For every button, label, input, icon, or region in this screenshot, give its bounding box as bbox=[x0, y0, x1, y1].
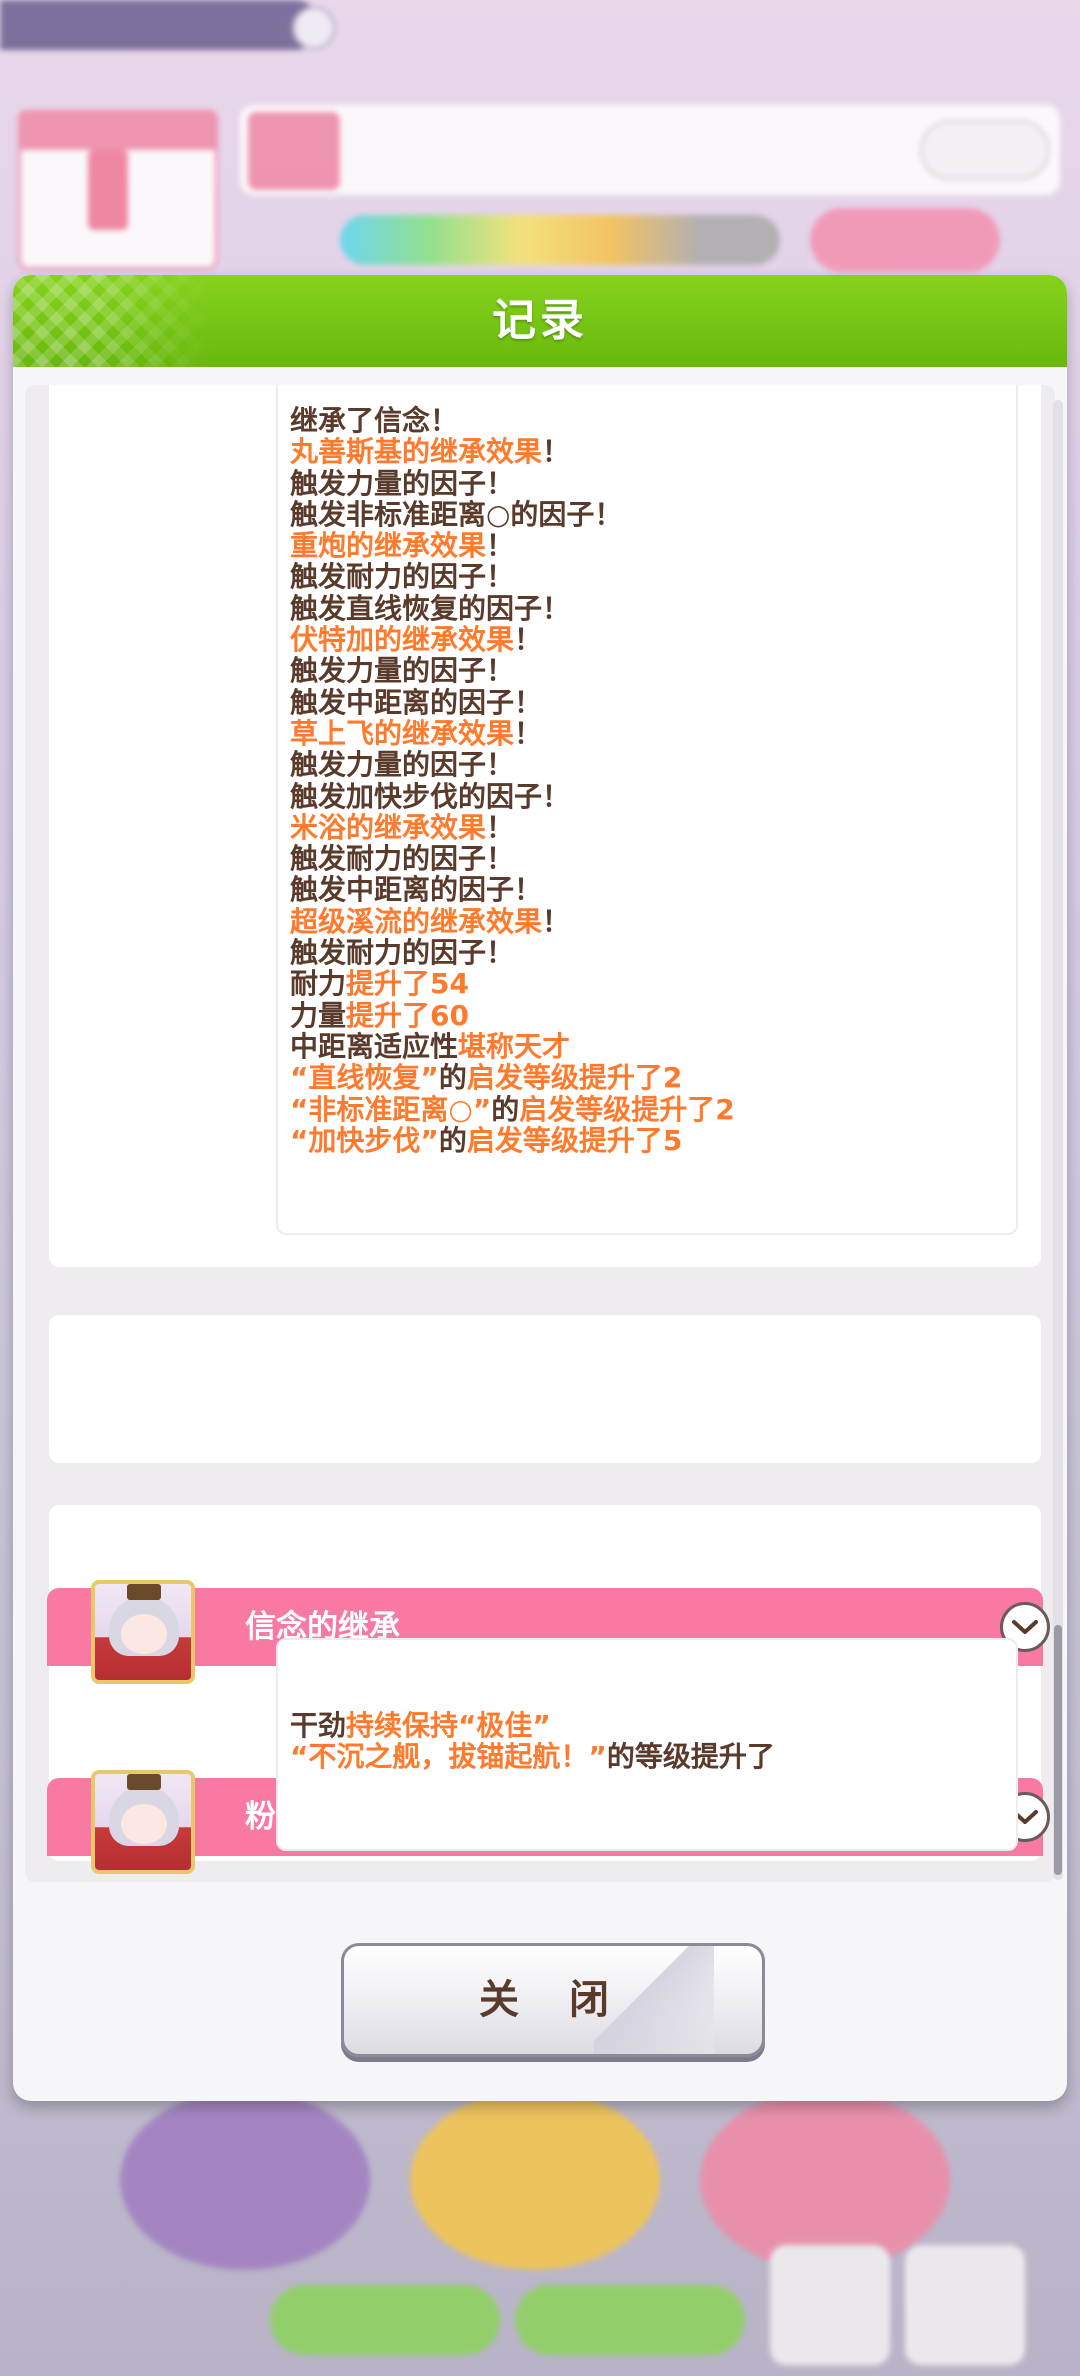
log-line: 超级溪流的继承效果！ bbox=[290, 906, 735, 937]
log-line: 触发非标准距离○的因子！ bbox=[290, 499, 735, 530]
bg-energy-bar bbox=[340, 215, 780, 265]
log-segment: ！ bbox=[486, 810, 515, 844]
log-line: “非标准距离○”的启发等级提升了2 bbox=[290, 1092, 735, 1126]
log-lines: 继承了信念！ 丸善斯基的继承效果！ 触发力量的因子！ 触发非标准距离○的因子！ 重炮的继… bbox=[290, 405, 735, 1156]
log-segment: 持续保持“极佳” bbox=[346, 1709, 551, 1742]
log-segment: 触发耐力的因子！ bbox=[290, 936, 515, 970]
bg-goal-button bbox=[920, 120, 1050, 180]
log-segment: 触发耐力的因子！ bbox=[290, 560, 515, 594]
log-line: 伏特加的继承效果！ bbox=[290, 624, 735, 655]
close-button[interactable]: 关 闭 bbox=[341, 1943, 765, 2057]
log-segment: 干劲 bbox=[290, 1709, 347, 1742]
log-line: 触发力量的因子！ bbox=[290, 655, 735, 686]
log-line: 重炮的继承效果！ bbox=[290, 530, 735, 561]
log-segment: 堪称天才 bbox=[458, 1029, 571, 1063]
scrollbar-thumb[interactable] bbox=[1054, 1625, 1062, 1875]
log-line: 干劲持续保持“极佳” bbox=[290, 1710, 775, 1741]
log-segment: ！ bbox=[514, 623, 543, 657]
bg-energy-button bbox=[810, 208, 1000, 272]
bg-menu-circle bbox=[700, 2090, 950, 2270]
log-segment: 超级溪流的继承效果 bbox=[290, 904, 543, 938]
log-line: 触发中距离的因子！ bbox=[290, 687, 735, 718]
log-line: 米浴的继承效果！ bbox=[290, 812, 735, 843]
bg-menu-circle bbox=[410, 2090, 660, 2270]
log-segment: 触发力量的因子！ bbox=[290, 748, 515, 782]
log-segment: 提升了60 bbox=[346, 998, 469, 1032]
log-segment: 触发耐力的因子！ bbox=[290, 842, 515, 876]
log-segment: 触发力量的因子！ bbox=[290, 466, 515, 500]
character-avatar bbox=[91, 1770, 195, 1874]
dialog-title: 记录 bbox=[492, 295, 588, 346]
log-segment: “非标准距离○” bbox=[290, 1092, 492, 1126]
bg-square-button bbox=[770, 2245, 890, 2365]
log-segment: 的 bbox=[438, 1123, 467, 1157]
bg-turn-header bbox=[18, 110, 218, 150]
log-segment: 启发等级提升了2 bbox=[519, 1092, 735, 1126]
log-segment: 力量 bbox=[290, 998, 347, 1032]
log-segment: 提升了54 bbox=[346, 967, 469, 1001]
log-line: 触发直线恢复的因子！ bbox=[290, 593, 735, 624]
log-segment: “不沉之舰，拔锚起航！” bbox=[290, 1740, 607, 1774]
log-line: 触发耐力的因子！ bbox=[290, 937, 735, 968]
log-line: 继承了信念！ bbox=[290, 405, 735, 436]
log-segment: 触发非标准距离○的因子！ bbox=[290, 497, 623, 531]
log-line: 触发中距离的因子！ bbox=[290, 874, 735, 905]
log-segment: 继承了信念！ bbox=[290, 404, 459, 437]
log-segment: 的 bbox=[438, 1061, 467, 1095]
log-segment: 触发直线恢复的因子！ bbox=[290, 591, 571, 625]
character-avatar bbox=[91, 1580, 195, 1684]
log-line: “不沉之舰，拔锚起航！”的等级提升了 bbox=[290, 1741, 775, 1772]
log-line: 中距离适应性堪称天才 bbox=[290, 1031, 735, 1062]
log-line: 草上飞的继承效果！ bbox=[290, 718, 735, 749]
log-lines: 干劲持续保持“极佳” “不沉之舰，拔锚起航！”的等级提升了 bbox=[290, 1710, 775, 1773]
log-segment: 启发等级提升了2 bbox=[466, 1061, 683, 1095]
log-segment: 丸善斯基的继承效果 bbox=[290, 435, 543, 469]
log-segment: ！ bbox=[514, 716, 543, 750]
log-line: 力量提升了60 bbox=[290, 998, 735, 1032]
log-segment: 触发力量的因子！ bbox=[290, 654, 515, 688]
log-segment: 触发中距离的因子！ bbox=[290, 685, 543, 719]
log-segment: 触发中距离的因子！ bbox=[290, 873, 543, 907]
bg-top-bar bbox=[0, 0, 320, 50]
log-segment: 重炮的继承效果 bbox=[290, 529, 487, 563]
bg-pill-button bbox=[270, 2285, 500, 2355]
bg-menu-icon bbox=[905, 2245, 1025, 2365]
bg-info-icon bbox=[292, 6, 336, 50]
log-segment: ！ bbox=[542, 435, 571, 469]
log-line: 触发力量的因子！ bbox=[290, 749, 735, 780]
log-segment: 米浴的继承效果 bbox=[290, 810, 487, 844]
log-segment: “加快步伐” bbox=[290, 1123, 439, 1157]
log-segment: 触发加快步伐的因子！ bbox=[290, 779, 571, 813]
log-segment: 耐力 bbox=[290, 967, 347, 1001]
dialog-header: 记录 bbox=[13, 275, 1067, 367]
event-card bbox=[49, 1315, 1041, 1463]
bg-turn-number bbox=[88, 150, 128, 230]
log-segment: 中距离适应性 bbox=[290, 1029, 459, 1063]
bg-pill-button bbox=[515, 2285, 745, 2355]
log-segment: 的等级提升了 bbox=[606, 1740, 775, 1774]
log-line: 触发加快步伐的因子！ bbox=[290, 779, 735, 813]
log-segment: ！ bbox=[486, 529, 515, 563]
bg-goal-tag bbox=[248, 112, 340, 190]
log-segment: “直线恢复” bbox=[290, 1061, 439, 1095]
log-segment: 伏特加的继承效果 bbox=[290, 623, 515, 657]
log-segment: ！ bbox=[542, 904, 571, 938]
log-segment: 草上飞的继承效果 bbox=[290, 716, 515, 750]
bg-menu-circle bbox=[120, 2090, 370, 2270]
log-line: “加快步伐”的启发等级提升了5 bbox=[290, 1125, 735, 1156]
log-segment: 的 bbox=[491, 1092, 520, 1126]
log-line: 丸善斯基的继承效果！ bbox=[290, 436, 735, 467]
log-line: 触发耐力的因子！ bbox=[290, 561, 735, 592]
log-line: 触发耐力的因子！ bbox=[290, 843, 735, 874]
close-button-label: 关 闭 bbox=[479, 1977, 627, 2023]
log-line: “直线恢复”的启发等级提升了2 bbox=[290, 1062, 735, 1093]
log-line: 耐力提升了54 bbox=[290, 968, 735, 999]
log-line: 触发力量的因子！ bbox=[290, 466, 735, 500]
log-segment: 启发等级提升了5 bbox=[466, 1123, 683, 1157]
